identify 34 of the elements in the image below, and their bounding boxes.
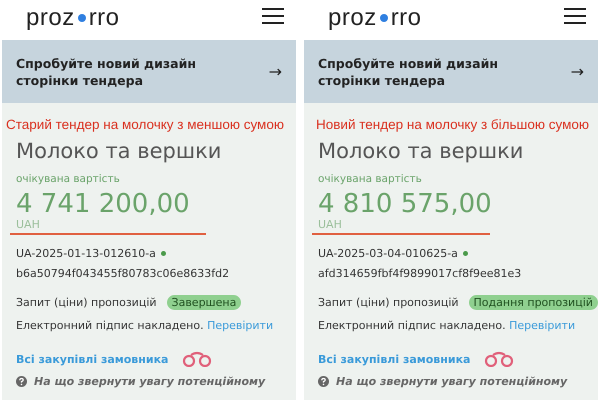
tender-title: Молоко та вершки (318, 139, 524, 165)
annotation-text: Старий тендер на молочку з меншою сумою (6, 117, 285, 134)
amount-value: 4 741 200,00 (16, 189, 191, 219)
tender-id: UA-2025-01-13-012610-a (16, 246, 156, 260)
tender-hash: b6a50794f043455f80783c06e8633fd2 (16, 266, 230, 282)
new-design-banner[interactable]: Спробуйте новий дизайн сторінки тендера → (304, 40, 598, 103)
help-icon (16, 376, 27, 386)
signature-text: Електронний підпис накладено. (318, 318, 506, 332)
menu-icon[interactable] (262, 8, 284, 24)
currency-label: UAH (318, 219, 343, 231)
handcuffs-icon (484, 351, 514, 367)
menu-icon[interactable] (564, 8, 586, 24)
status-dot-icon (462, 250, 468, 256)
currency-label: UAH (16, 219, 41, 231)
annotation-text: Новий тендер на молочку з більшою сумою (316, 117, 590, 134)
value-label: очікувана вартість (318, 173, 423, 187)
hint-text: На що звернути увагу потенційному (336, 374, 568, 388)
status-badge: Завершена (166, 294, 242, 310)
new-design-banner[interactable]: Спробуйте новий дизайн сторінки тендера → (2, 40, 296, 103)
prozorro-logo[interactable]: proz rro (26, 6, 120, 34)
procedure-type: Запит (ціни) пропозицій (318, 296, 459, 308)
help-icon (318, 376, 329, 386)
signature-text: Електронний підпис накладено. (16, 318, 204, 332)
status-badge: Подання пропозицій (468, 294, 598, 310)
status-dot-icon (160, 250, 166, 256)
tender-id: UA-2025-03-04-010625-a (318, 246, 458, 260)
hint-text: На що звернути увагу потенційному (34, 374, 266, 388)
amount-value: 4 810 575,00 (318, 189, 493, 219)
prozorro-logo[interactable]: proz rro (328, 6, 422, 34)
tender-title: Молоко та вершки (16, 139, 222, 165)
tender-hash: afd314659fbf4f9899017cf8f9ee81e3 (318, 266, 522, 282)
procedure-type: Запит (ціни) пропозицій (16, 296, 157, 308)
handcuffs-icon (182, 351, 212, 367)
value-label: очікувана вартість (16, 173, 121, 187)
